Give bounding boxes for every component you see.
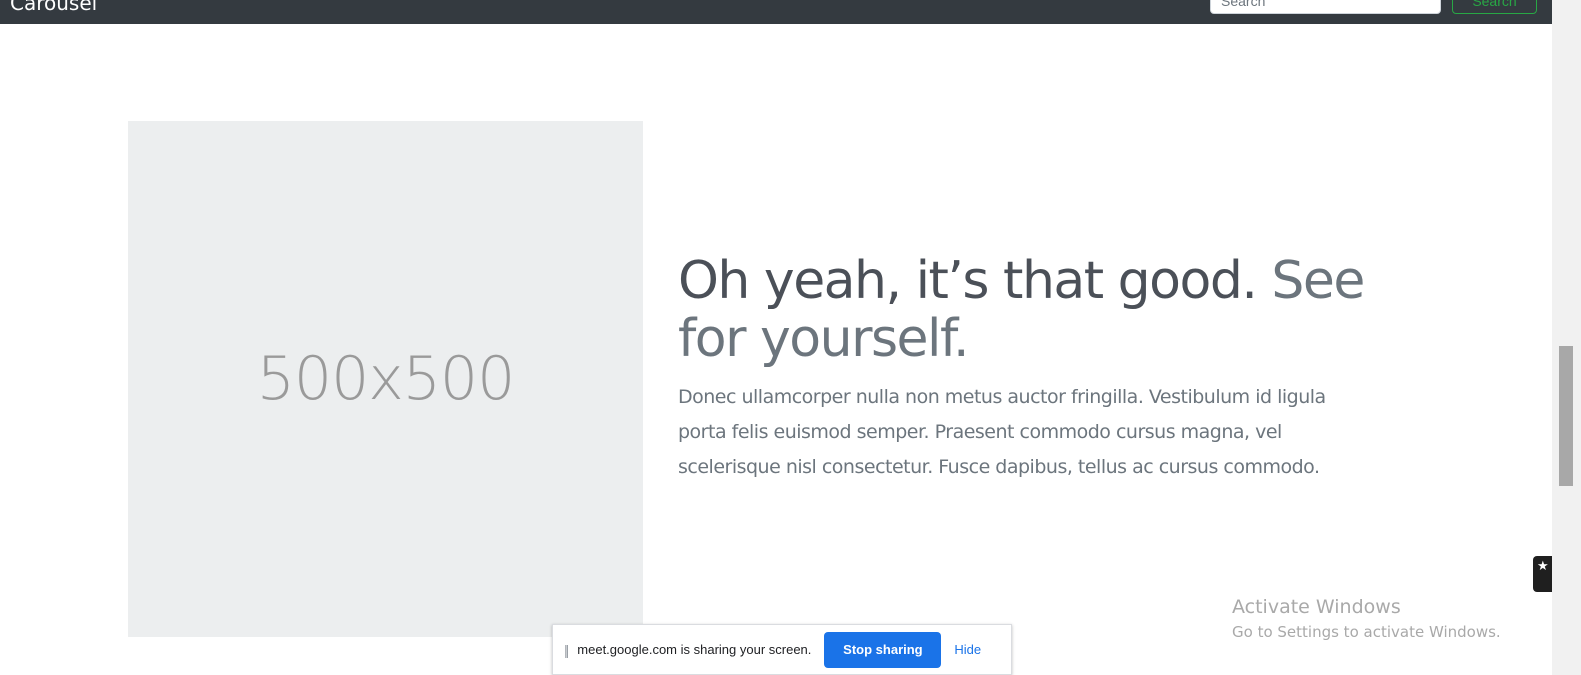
placeholder-image-label: 500x500 <box>256 344 516 414</box>
hide-button[interactable]: Hide <box>954 642 981 657</box>
featurette-heading-main: Oh yeah, it’s that good. <box>678 251 1258 311</box>
share-message: meet.google.com is sharing your screen. <box>577 642 812 657</box>
search-input[interactable]: Search <box>1210 0 1441 14</box>
scrollbar-thumb[interactable] <box>1559 346 1573 486</box>
top-navbar: Carousel Search Search <box>0 0 1552 24</box>
screen-share-bar: || meet.google.com is sharing your scree… <box>552 624 1012 675</box>
star-icon: ★ <box>1537 558 1549 573</box>
featurette-lead: Donec ullamcorper nulla non metus auctor… <box>678 386 1326 478</box>
search-button[interactable]: Search <box>1452 0 1537 14</box>
placeholder-image: 500x500 <box>128 121 643 637</box>
activate-windows-title: Activate Windows <box>1232 596 1401 618</box>
drag-handle-icon[interactable]: || <box>564 642 569 658</box>
navbar-brand[interactable]: Carousel <box>10 0 97 15</box>
activate-windows-watermark: Activate Windows Go to Settings to activ… <box>1232 595 1501 645</box>
page-scrollbar[interactable] <box>1552 0 1581 675</box>
featurette-heading: Oh yeah, it’s that good. See for yoursel… <box>678 252 1398 368</box>
activate-windows-subtitle: Go to Settings to activate Windows. <box>1232 623 1501 641</box>
stop-sharing-button[interactable]: Stop sharing <box>824 631 942 668</box>
